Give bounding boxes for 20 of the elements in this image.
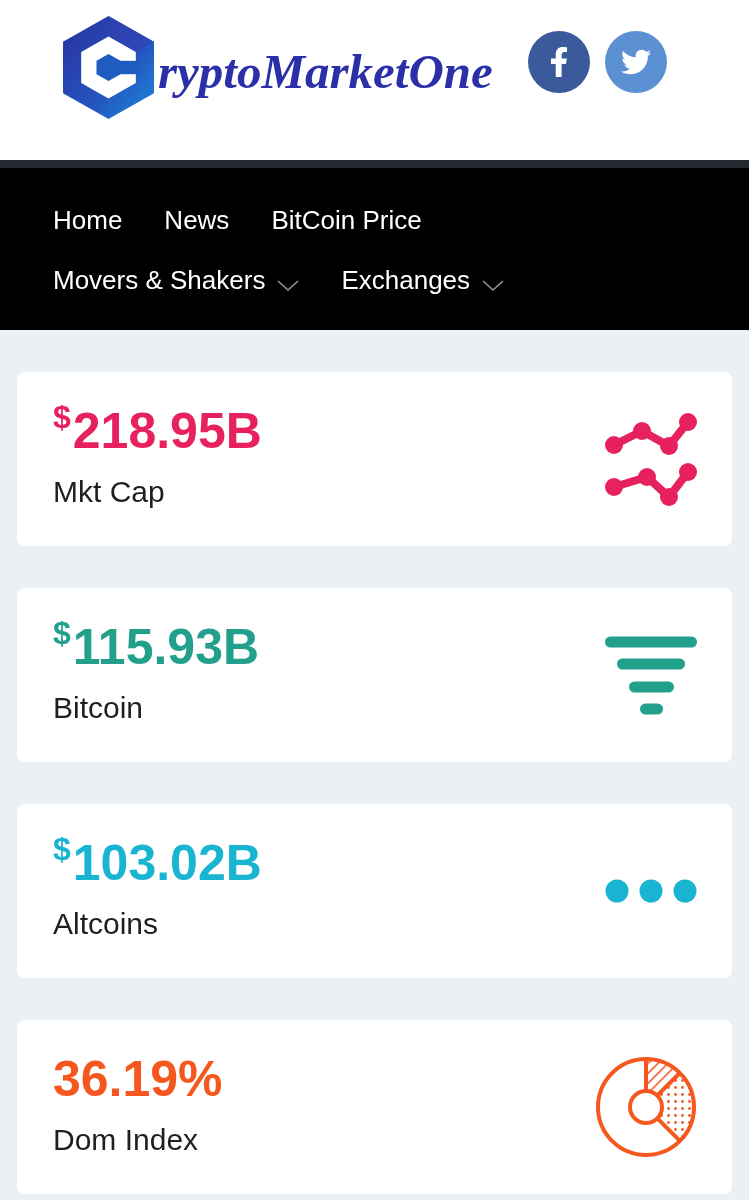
stat-label: Altcoins: [53, 906, 159, 942]
stat-value: 36.19%: [53, 1051, 223, 1107]
trend-lines-icon: [605, 412, 697, 506]
logo-icon: [63, 16, 154, 119]
stat-value: $^{$}$115.93B: [53, 619, 260, 675]
nav-link[interactable]: Home: [53, 190, 123, 250]
dots-icon: [605, 879, 697, 903]
stat-label: Dom Index: [53, 1122, 199, 1158]
nav-link[interactable]: BitCoin Price: [271, 190, 422, 250]
stat-value: $^{$}$218.95B: [53, 403, 262, 459]
stat-value: $^{$}$103.02B: [53, 835, 262, 891]
pie-chart-icon: [595, 1056, 697, 1158]
nav-link[interactable]: Exchanges: [341, 250, 505, 310]
stat-label: Bitcoin: [53, 690, 144, 726]
nav-link[interactable]: News: [164, 190, 230, 250]
nav-link[interactable]: Movers & Shakers: [53, 250, 300, 310]
stat-label: Mkt Cap: [53, 474, 165, 510]
logo-text: ryptoMarketOne: [158, 47, 493, 96]
filter-icon: [605, 635, 697, 715]
twitter-icon: [620, 47, 651, 77]
